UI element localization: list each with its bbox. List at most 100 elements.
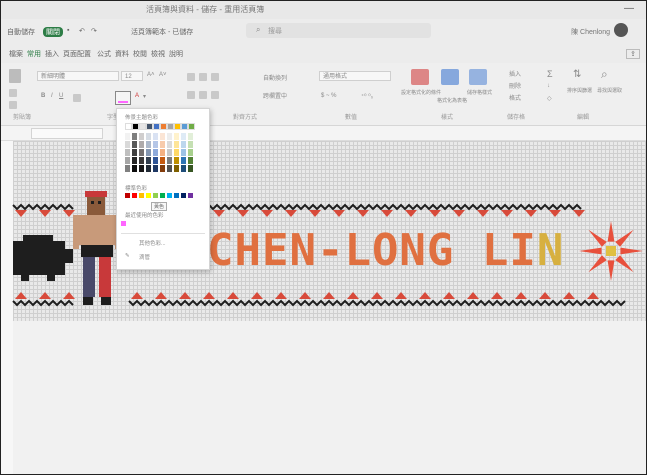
more-colors-button[interactable]: 其他色彩... — [139, 239, 166, 247]
standard-color-swatch[interactable] — [181, 193, 186, 198]
undo-icon[interactable]: ↶ — [79, 27, 85, 35]
align-top-icon[interactable] — [187, 73, 195, 81]
shade-color-swatch[interactable] — [167, 149, 172, 156]
window-controls-icon[interactable]: — — [624, 3, 634, 14]
eyedropper-button[interactable]: 滴管 — [139, 253, 150, 261]
shade-color-swatch[interactable] — [188, 157, 193, 164]
shade-color-swatch[interactable] — [146, 133, 151, 140]
bold-icon[interactable]: B — [41, 93, 45, 99]
align-left-icon[interactable] — [187, 91, 195, 99]
shade-color-swatch[interactable] — [174, 157, 179, 164]
user-name[interactable]: 陳 Chenlong — [571, 27, 610, 37]
shade-color-swatch[interactable] — [153, 133, 158, 140]
redo-icon[interactable]: ↷ — [91, 27, 97, 35]
shade-color-swatch[interactable] — [160, 149, 165, 156]
shade-color-swatch[interactable] — [153, 165, 158, 172]
shade-color-swatch[interactable] — [153, 157, 158, 164]
tab-view[interactable]: 檢視 — [151, 49, 165, 59]
fill-color-icon[interactable] — [115, 91, 131, 105]
shade-color-swatch[interactable] — [167, 157, 172, 164]
format-table-icon[interactable] — [441, 69, 459, 85]
shade-color-swatch[interactable] — [153, 149, 158, 156]
number-format-box[interactable]: 通用格式 — [319, 71, 391, 81]
shade-color-swatch[interactable] — [160, 165, 165, 172]
delete-cells-button[interactable]: 刪除 — [509, 81, 521, 90]
shade-color-swatch[interactable] — [181, 157, 186, 164]
shade-color-swatch[interactable] — [125, 141, 130, 148]
shade-color-swatch[interactable] — [174, 165, 179, 172]
font-color-icon[interactable]: A — [135, 93, 139, 99]
autosum-icon[interactable]: Σ — [547, 69, 553, 79]
shade-color-swatch[interactable] — [139, 165, 144, 172]
filename-label[interactable]: 活頁簿範本 - 已儲存 — [131, 27, 193, 37]
shade-color-swatch[interactable] — [139, 133, 144, 140]
shade-color-swatch[interactable] — [188, 165, 193, 172]
shade-color-swatch[interactable] — [132, 157, 137, 164]
name-box[interactable] — [31, 128, 103, 139]
standard-color-swatch[interactable] — [125, 193, 130, 198]
tab-help[interactable]: 說明 — [169, 49, 183, 59]
save-icon[interactable]: ▪ — [67, 27, 69, 34]
theme-color-swatch[interactable] — [139, 123, 146, 130]
standard-color-swatch[interactable] — [188, 193, 193, 198]
font-grow-icon[interactable]: A˄ — [147, 72, 155, 78]
shade-color-swatch[interactable] — [125, 133, 130, 140]
shade-color-swatch[interactable] — [139, 157, 144, 164]
shade-color-swatch[interactable] — [167, 141, 172, 148]
find-select-icon[interactable]: ⌕ — [601, 67, 608, 82]
shade-color-swatch[interactable] — [160, 141, 165, 148]
theme-color-swatch[interactable] — [132, 123, 139, 130]
cut-icon[interactable] — [9, 89, 17, 97]
shade-color-swatch[interactable] — [132, 165, 137, 172]
align-bottom-icon[interactable] — [211, 73, 219, 81]
shade-color-swatch[interactable] — [146, 165, 151, 172]
standard-color-swatch[interactable] — [139, 193, 144, 198]
theme-color-swatch[interactable] — [153, 123, 160, 130]
clear-icon[interactable]: ◇ — [547, 95, 552, 102]
find-select-label[interactable]: 尋找與選取 — [597, 87, 622, 94]
theme-color-swatch[interactable] — [125, 123, 132, 130]
align-center-icon[interactable] — [199, 91, 207, 99]
tab-insert[interactable]: 插入 — [45, 49, 59, 59]
theme-color-swatch[interactable] — [146, 123, 153, 130]
fill-icon[interactable]: ↓ — [547, 83, 550, 89]
align-middle-icon[interactable] — [199, 73, 207, 81]
shade-color-swatch[interactable] — [188, 141, 193, 148]
insert-cells-button[interactable]: 插入 — [509, 69, 521, 78]
shade-color-swatch[interactable] — [181, 165, 186, 172]
font-name-box[interactable]: 新細明體 — [37, 71, 119, 81]
conditional-format-icon[interactable] — [411, 69, 429, 85]
shade-color-swatch[interactable] — [160, 133, 165, 140]
avatar[interactable] — [614, 23, 628, 37]
shade-color-swatch[interactable] — [132, 141, 137, 148]
shade-color-swatch[interactable] — [146, 157, 151, 164]
shade-color-swatch[interactable] — [181, 149, 186, 156]
standard-color-swatch[interactable] — [174, 193, 179, 198]
merge-center-button[interactable]: 跨欄置中 — [263, 91, 287, 100]
shade-color-swatch[interactable] — [132, 149, 137, 156]
shade-color-swatch[interactable] — [125, 165, 130, 172]
shade-color-swatch[interactable] — [188, 149, 193, 156]
shade-color-swatch[interactable] — [181, 133, 186, 140]
sort-filter-icon[interactable]: ⇅ — [573, 69, 581, 80]
theme-color-swatch[interactable] — [174, 123, 181, 130]
decimal-icon[interactable]: ⁺⁰ ⁰₀ — [361, 93, 373, 100]
format-table-label[interactable]: 格式化為表格 — [437, 97, 467, 104]
shade-color-swatch[interactable] — [146, 141, 151, 148]
cell-styles-icon[interactable] — [469, 69, 487, 85]
eyedropper-icon[interactable]: ✎ — [125, 253, 130, 259]
format-painter-icon[interactable] — [9, 101, 17, 109]
standard-color-swatch[interactable] — [160, 193, 165, 198]
shade-color-swatch[interactable] — [153, 141, 158, 148]
cell-styles-label[interactable]: 儲存格樣式 — [467, 89, 492, 96]
paste-icon[interactable] — [9, 69, 21, 83]
conditional-format-label[interactable]: 設定格式化的條件 — [401, 89, 441, 96]
theme-color-swatch[interactable] — [160, 123, 167, 130]
align-right-icon[interactable] — [211, 91, 219, 99]
font-size-box[interactable]: 12 — [121, 71, 143, 81]
format-cells-button[interactable]: 格式 — [509, 93, 521, 102]
search-box[interactable]: ⌕ 搜尋 — [246, 23, 431, 38]
recent-color-swatch[interactable] — [121, 221, 126, 226]
tab-file[interactable]: 檔案 — [9, 49, 23, 59]
shade-color-swatch[interactable] — [174, 149, 179, 156]
